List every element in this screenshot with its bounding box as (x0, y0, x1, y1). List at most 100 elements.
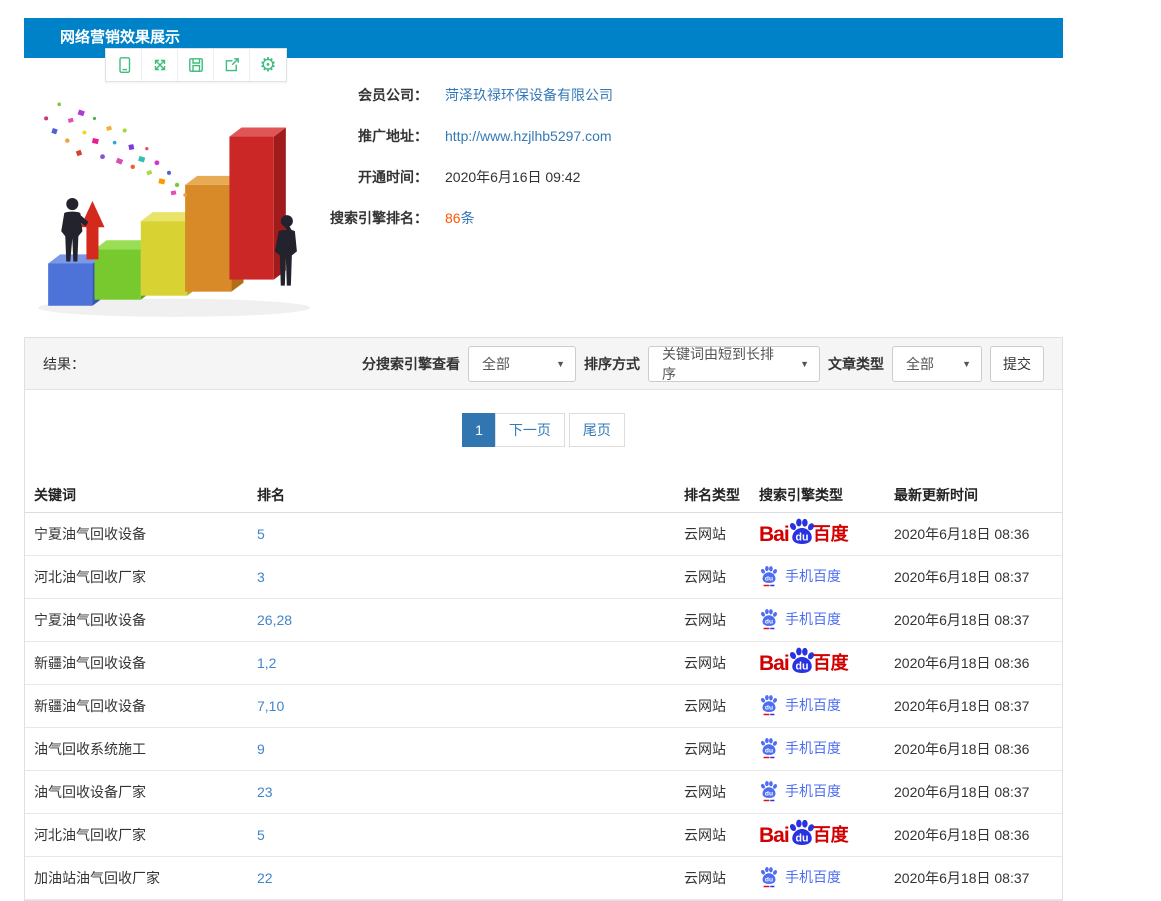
rank-type-cell: 云网站 (684, 655, 726, 671)
baidu-logo: Bai du 百度 (759, 817, 849, 853)
article-type-label: 文章类型 (828, 354, 884, 374)
keyword-cell: 新疆油气回收设备 (34, 698, 146, 714)
updated-cell: 2020年6月18日 08:37 (894, 698, 1029, 714)
updated-cell: 2020年6月18日 08:37 (894, 784, 1029, 800)
submit-button[interactable]: 提交 (990, 346, 1044, 382)
table-body: 宁夏油气回收设备 5 云网站 Bai (25, 513, 1062, 900)
table-row: 宁夏油气回收设备 5 云网站 Bai (25, 513, 1062, 556)
svg-text:du: du (765, 876, 773, 883)
col-header-rank-type: 排名类型 (675, 478, 750, 513)
keyword-cell: 新疆油气回收设备 (34, 655, 146, 671)
mobile-baidu-badge: du 手机百度 (759, 693, 841, 716)
mobile-baidu-paw-icon: du (759, 779, 779, 802)
keyword-cell: 河北油气回收厂家 (34, 827, 146, 843)
table-row: 河北油气回收厂家 3 云网站 (25, 556, 1062, 599)
info-row: 推广地址： http://www.hzjlhb5297.com (24, 115, 744, 156)
toolbar: ⚙ (105, 48, 287, 82)
page-button-current[interactable]: 1 (462, 413, 496, 447)
updated-cell: 2020年6月18日 08:37 (894, 569, 1029, 585)
info-row: 搜索引擎排名： 86条 (24, 197, 744, 238)
mobile-baidu-badge: du 手机百度 (759, 779, 841, 802)
ranking-count-unit[interactable]: 条 (461, 210, 475, 226)
svg-text:du: du (765, 790, 773, 797)
svg-text:du: du (765, 747, 773, 754)
settings-icon: ⚙ (259, 56, 276, 75)
mobile-baidu-label: 手机百度 (785, 738, 841, 758)
settings-button[interactable]: ⚙ (250, 49, 286, 81)
share-icon (223, 56, 241, 74)
mobile-baidu-label: 手机百度 (785, 695, 841, 715)
ranking-count-number: 86 (445, 210, 461, 226)
svg-text:du: du (795, 833, 808, 845)
save-icon (187, 56, 205, 74)
main-container: 网络营销效果展示 ⚙ (24, 18, 1063, 58)
updated-cell: 2020年6月18日 08:36 (894, 526, 1029, 542)
mobile-preview-button[interactable] (106, 49, 142, 81)
last-page-button[interactable]: 尾页 (569, 413, 625, 447)
article-type-select[interactable]: 全部 ▼ (892, 346, 982, 382)
share-button[interactable] (214, 49, 250, 81)
updated-cell: 2020年6月18日 08:36 (894, 655, 1029, 671)
mobile-baidu-paw-icon: du (759, 693, 779, 716)
ranking-count: 86条 (445, 208, 475, 228)
mobile-baidu-label: 手机百度 (785, 781, 841, 801)
info-row: 开通时间： 2020年6月16日 09:42 (24, 156, 744, 197)
rank-link[interactable]: 23 (257, 784, 273, 800)
rank-link[interactable]: 26,28 (257, 612, 292, 628)
rank-type-cell: 云网站 (684, 741, 726, 757)
save-button[interactable] (178, 49, 214, 81)
mobile-baidu-label: 手机百度 (785, 609, 841, 629)
mobile-baidu-paw-icon: du (759, 865, 779, 888)
keyword-cell: 宁夏油气回收设备 (34, 526, 146, 542)
rank-link[interactable]: 5 (257, 526, 265, 542)
keyword-cell: 宁夏油气回收设备 (34, 612, 146, 628)
info-value[interactable]: 菏泽玖禄环保设备有限公司 (445, 85, 613, 105)
filter-bar: 结果： 分搜索引擎查看 全部 ▼ 排序方式 关键词由短到长排序 ▼ 文章类型 全… (25, 338, 1062, 390)
rank-link[interactable]: 3 (257, 569, 265, 585)
engine-view-value: 全部 (482, 354, 510, 374)
fullscreen-icon (151, 56, 169, 74)
chevron-down-icon: ▼ (786, 359, 809, 369)
keyword-cell: 河北油气回收厂家 (34, 569, 146, 585)
sort-value: 关键词由短到长排序 (662, 344, 786, 384)
col-header-updated: 最新更新时间 (885, 478, 1062, 513)
sort-select[interactable]: 关键词由短到长排序 ▼ (648, 346, 820, 382)
table-row: 油气回收设备厂家 23 云网站 (25, 771, 1062, 814)
col-header-rank: 排名 (248, 478, 675, 513)
fullscreen-button[interactable] (142, 49, 178, 81)
rank-link[interactable]: 9 (257, 741, 265, 757)
next-page-button[interactable]: 下一页 (495, 413, 565, 447)
sort-label: 排序方式 (584, 354, 640, 374)
chevron-down-icon: ▼ (542, 359, 565, 369)
table-header-row: 关键词 排名 排名类型 搜索引擎类型 最新更新时间 (25, 478, 1062, 513)
info-value: 2020年6月16日 09:42 (445, 167, 580, 187)
rank-type-cell: 云网站 (684, 784, 726, 800)
updated-cell: 2020年6月18日 08:36 (894, 741, 1029, 757)
svg-text:du: du (765, 704, 773, 711)
rank-type-cell: 云网站 (684, 698, 726, 714)
engine-view-label: 分搜索引擎查看 (362, 354, 460, 374)
rank-type-cell: 云网站 (684, 569, 726, 585)
mobile-baidu-paw-icon: du (759, 736, 779, 759)
keyword-cell: 加油站油气回收厂家 (34, 870, 160, 886)
mobile-baidu-label: 手机百度 (785, 566, 841, 586)
info-label: 开通时间： (24, 167, 428, 187)
col-header-engine-type: 搜索引擎类型 (750, 478, 885, 513)
mobile-icon (115, 56, 133, 74)
article-type-value: 全部 (906, 354, 934, 374)
table-row: 新疆油气回收设备 1,2 云网站 Bai (25, 642, 1062, 685)
mobile-baidu-badge: du 手机百度 (759, 607, 841, 630)
table-row: 河北油气回收厂家 5 云网站 Bai (25, 814, 1062, 857)
rank-link[interactable]: 7,10 (257, 698, 284, 714)
rank-link[interactable]: 5 (257, 827, 265, 843)
table-row: 加油站油气回收厂家 22 云网站 (25, 857, 1062, 900)
keyword-cell: 油气回收系统施工 (34, 741, 146, 757)
rank-type-cell: 云网站 (684, 612, 726, 628)
result-label: 结果： (43, 354, 85, 374)
rank-link[interactable]: 1,2 (257, 655, 276, 671)
info-value[interactable]: http://www.hzjlhb5297.com (445, 128, 612, 144)
rank-link[interactable]: 22 (257, 870, 273, 886)
engine-view-select[interactable]: 全部 ▼ (468, 346, 576, 382)
mobile-baidu-badge: du 手机百度 (759, 564, 841, 587)
rank-type-cell: 云网站 (684, 526, 726, 542)
